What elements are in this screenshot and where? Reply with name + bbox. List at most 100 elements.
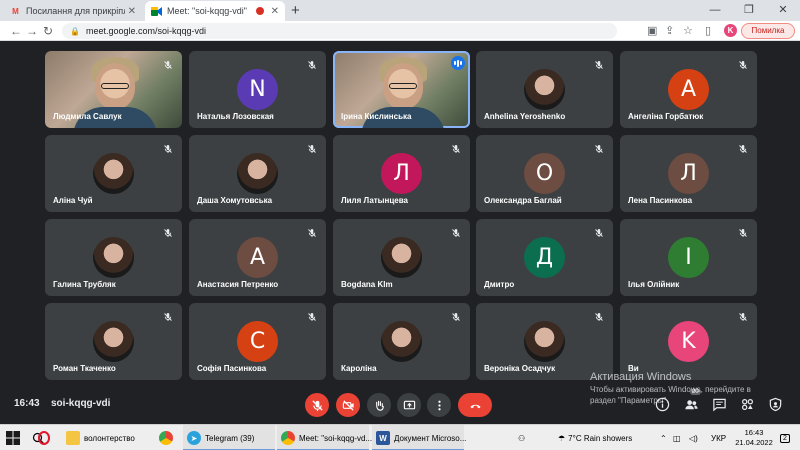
meet-icon <box>151 6 162 17</box>
avatar-photo <box>93 321 134 362</box>
bookmark-star-icon[interactable]: ☆ <box>683 24 693 38</box>
mic-muted-icon <box>163 225 173 237</box>
chrome-icon <box>281 431 295 445</box>
system-time: 16:43 <box>744 428 764 437</box>
raise-hand-button[interactable] <box>367 393 391 417</box>
forward-icon[interactable]: → <box>26 22 38 40</box>
lock-icon: 🔒 <box>70 26 80 36</box>
people-tray-icon[interactable]: ⚇ <box>518 425 525 450</box>
participant-tile[interactable]: Л Лена Пасинкова <box>620 135 757 212</box>
participant-tile[interactable]: Anhelina Yeroshenko <box>476 51 613 128</box>
notifications-icon[interactable]: 2 <box>780 425 790 450</box>
more-vert-icon <box>437 400 441 410</box>
participant-tile[interactable]: A Ангеліна Горбатюк <box>620 51 757 128</box>
meeting-info-icon[interactable] <box>655 397 670 412</box>
avatar-photo <box>381 237 422 278</box>
camera-permission-icon[interactable]: ▣ <box>647 24 657 38</box>
address-bar[interactable]: 🔒 meet.google.com/soi-kqqg-vdi <box>62 23 617 39</box>
close-window-icon[interactable]: ✕ <box>766 1 800 19</box>
activities-icon[interactable] <box>740 397 755 412</box>
participant-tile[interactable]: Галина Трубляк <box>45 219 182 296</box>
language-indicator[interactable]: УКР <box>711 425 726 450</box>
participant-name: Наталья Лозовская <box>197 112 274 121</box>
participant-tile[interactable]: Даша Хомутовська <box>189 135 326 212</box>
camera-off-icon <box>342 399 354 411</box>
more-options-button[interactable] <box>427 393 451 417</box>
taskbar-meet-window[interactable]: Meet: "soi-kqqg-vd... <box>277 425 373 450</box>
share-icon[interactable]: ⇪ <box>665 24 674 38</box>
weather-icon: ☂ <box>558 433 566 443</box>
taskbar-label: Документ Microso... <box>394 433 467 443</box>
volume-icon[interactable]: ◁) <box>689 425 698 450</box>
system-clock[interactable]: 16:43 21.04.2022 <box>733 428 775 448</box>
taskbar-word[interactable]: W Документ Microso... <box>372 425 467 450</box>
system-date: 21.04.2022 <box>735 438 773 447</box>
participant-tile[interactable]: І Ілья Олійник <box>620 219 757 296</box>
avatar-initial: A <box>668 69 709 110</box>
start-button[interactable] <box>6 425 30 450</box>
meeting-code: soi-kqqg-vdi <box>51 398 111 409</box>
people-icon[interactable] <box>684 397 699 412</box>
windows-start-icon <box>6 431 20 445</box>
mic-off-icon <box>311 399 323 411</box>
participant-tile[interactable]: Д Дмитро <box>476 219 613 296</box>
leave-call-button[interactable] <box>458 393 492 417</box>
minimize-icon[interactable]: — <box>698 1 732 19</box>
participant-tile[interactable]: Людмила Савлук <box>45 51 182 128</box>
participant-tile[interactable]: А Анастасия Петренко <box>189 219 326 296</box>
avatar-initial: N <box>237 69 278 110</box>
maximize-icon[interactable]: ❐ <box>732 1 766 19</box>
error-button[interactable]: Помилка <box>741 23 795 39</box>
host-controls-icon[interactable] <box>768 397 783 412</box>
participant-tile[interactable]: Л Лиля Латынцева <box>333 135 470 212</box>
participant-tile[interactable]: Кароліна <box>333 303 470 380</box>
participant-tile[interactable]: С Софія Пасинкова <box>189 303 326 380</box>
participant-tile[interactable]: N Наталья Лозовская <box>189 51 326 128</box>
network-icon[interactable]: ◫ <box>673 425 681 450</box>
mic-muted-icon <box>738 57 748 69</box>
mic-muted-icon <box>594 225 604 237</box>
mic-muted-icon <box>163 141 173 153</box>
close-tab-icon[interactable]: ✕ <box>271 6 279 17</box>
taskbar-folder[interactable]: волонтерство <box>62 425 150 450</box>
mic-muted-icon <box>307 225 317 237</box>
camera-toggle-button[interactable] <box>336 393 360 417</box>
participant-tile[interactable]: Вероніка Осадчук <box>476 303 613 380</box>
telegram-icon: ➤ <box>187 431 201 445</box>
taskbar-label: Telegram (39) <box>205 433 255 443</box>
reload-icon[interactable]: ↻ <box>43 22 53 40</box>
tab-meet[interactable]: Meet: "soi-kqqg-vdi" ✕ <box>145 1 285 21</box>
side-panel-icon[interactable]: ▯ <box>705 24 711 38</box>
taskbar-opera[interactable] <box>34 425 54 450</box>
avatar-initial: Д <box>524 237 565 278</box>
participant-name: Галина Трубляк <box>53 280 116 289</box>
chat-icon[interactable] <box>712 397 727 412</box>
microphone-toggle-button[interactable] <box>305 393 329 417</box>
participant-tile[interactable]: Ірина Кислинська <box>333 51 470 128</box>
present-screen-button[interactable] <box>397 393 421 417</box>
taskbar-telegram[interactable]: ➤ Telegram (39) <box>183 425 275 450</box>
participant-count-badge: 20 <box>690 389 701 395</box>
participant-name: Anhelina Yeroshenko <box>484 112 566 121</box>
participant-tile[interactable]: K Ви <box>620 303 757 380</box>
close-tab-icon[interactable]: ✕ <box>128 6 136 17</box>
new-tab-icon[interactable]: + <box>291 2 300 20</box>
word-icon: W <box>376 431 390 445</box>
chrome-icon <box>159 431 173 445</box>
avatar-initial: А <box>237 237 278 278</box>
avatar-photo <box>524 69 565 110</box>
weather-widget[interactable]: ☂ 7°C Rain showers <box>558 425 632 450</box>
participant-tile[interactable]: Роман Ткаченко <box>45 303 182 380</box>
participant-name: Людмила Савлук <box>53 112 122 121</box>
tab-gmail[interactable]: M Посилання для прикріплення до... ✕ <box>4 1 142 21</box>
back-icon[interactable]: ← <box>10 22 22 40</box>
participant-name: Лиля Латынцева <box>341 196 408 205</box>
taskbar-label: Meet: "soi-kqqg-vd... <box>299 433 373 443</box>
participant-tile[interactable]: Bogdana Klm <box>333 219 470 296</box>
profile-avatar[interactable]: K <box>724 24 737 37</box>
show-hidden-icons[interactable]: ⌃ <box>660 425 667 450</box>
mic-muted-icon <box>451 141 461 153</box>
participant-tile[interactable]: O Олександра Баглай <box>476 135 613 212</box>
participant-tile[interactable]: Аліна Чуй <box>45 135 182 212</box>
taskbar-chrome[interactable] <box>155 425 177 450</box>
